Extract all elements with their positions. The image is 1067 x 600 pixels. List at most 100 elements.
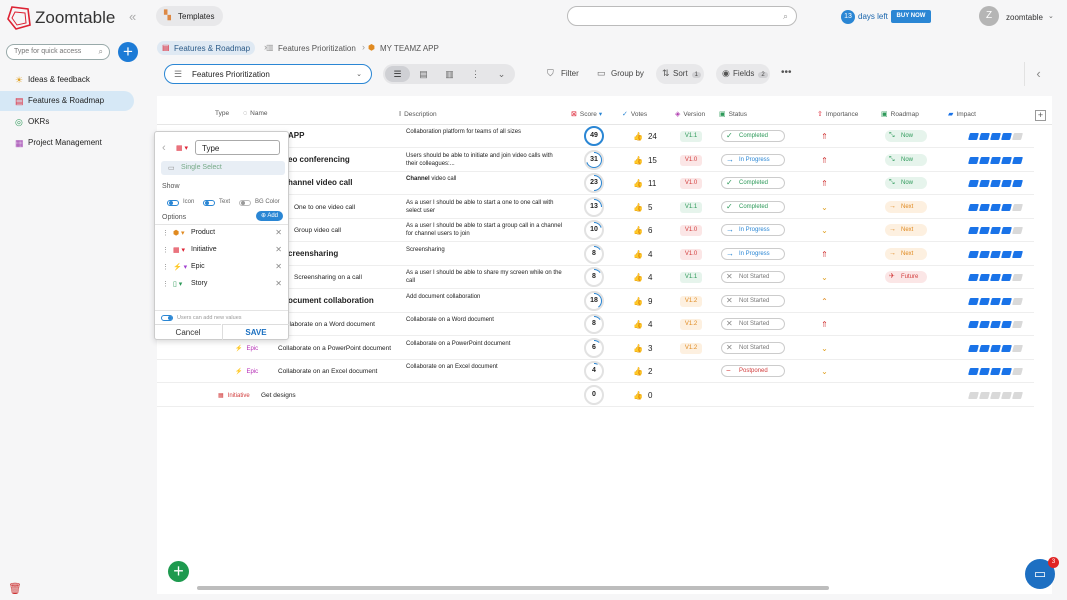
name-cell[interactable]: Screensharing on a call <box>294 274 362 282</box>
votes-cell[interactable]: 👍 11 <box>633 179 656 188</box>
save-button[interactable]: SAVE <box>222 324 289 340</box>
cancel-button[interactable]: Cancel <box>155 324 221 340</box>
impact-rating[interactable] <box>968 250 1024 258</box>
thumbs-up-icon[interactable]: 👍 <box>633 203 643 212</box>
drag-handle-icon[interactable]: ⋮ <box>162 229 169 237</box>
drag-handle-icon[interactable]: ⋮ <box>162 263 169 271</box>
name-cell[interactable]: eo conferencing <box>288 155 350 164</box>
thumbs-up-icon[interactable]: 👍 <box>633 273 643 282</box>
type-cell[interactable]: ▦ Initiative <box>218 392 250 399</box>
thumbs-up-icon[interactable]: 👍 <box>633 320 643 329</box>
status-badge[interactable]: ✕ Not Started <box>721 271 785 283</box>
name-cell[interactable]: ocument collaboration <box>288 296 374 305</box>
grid-view-icon[interactable]: ☰ <box>385 66 410 82</box>
status-badge[interactable]: → In Progress <box>721 153 785 166</box>
votes-cell[interactable]: 👍 24 <box>633 132 657 141</box>
select-field-icon[interactable]: ▦ ▾ <box>176 144 188 152</box>
importance-low-icon[interactable]: ⌄ <box>819 272 830 283</box>
status-badge[interactable]: ✕ Not Started <box>721 341 785 354</box>
votes-cell[interactable]: 👍 5 <box>633 203 652 212</box>
version-badge[interactable]: V1.2 <box>680 342 702 354</box>
version-badge[interactable]: V1.2 <box>680 295 702 307</box>
remove-option-icon[interactable]: ✕ <box>275 245 282 254</box>
fields-button[interactable]: ◉ Fields 2 <box>716 64 770 84</box>
impact-rating[interactable] <box>968 227 1024 234</box>
status-badge[interactable]: → In Progress <box>721 224 785 236</box>
importance-low-icon[interactable]: ⌄ <box>819 343 830 354</box>
importance-high-icon[interactable]: ⇑ <box>819 319 830 330</box>
collapse-sidebar-icon[interactable]: « <box>129 9 136 24</box>
add-column-button[interactable]: + <box>1035 110 1046 121</box>
version-badge[interactable]: V1.1 <box>680 201 702 213</box>
show-bg-toggle[interactable] <box>239 200 251 206</box>
name-cell[interactable]: APP <box>288 132 304 140</box>
votes-cell[interactable]: 👍 0 <box>633 391 652 400</box>
more-options-icon[interactable]: ••• <box>781 67 792 78</box>
description-cell[interactable]: Users should be able to initiate and joi… <box>406 152 566 168</box>
avatar[interactable]: Z <box>979 6 999 26</box>
back-icon[interactable]: ‹ <box>162 142 166 154</box>
collapse-panel-icon[interactable]: ‹ <box>1024 62 1052 86</box>
column-header-description[interactable]: Ⅰ Description <box>399 110 437 122</box>
column-header-name[interactable]: ◌ Name <box>243 110 268 122</box>
name-cell[interactable]: Collaborate on a PowerPoint document <box>278 345 391 353</box>
field-name-input[interactable]: Type <box>195 140 280 155</box>
kanban-view-icon[interactable]: ▥ <box>437 66 462 82</box>
importance-low-icon[interactable]: ⌄ <box>819 366 830 377</box>
buy-now-button[interactable]: BUY NOW <box>891 10 931 23</box>
filter-button[interactable]: ⛉ Filter <box>547 66 579 82</box>
column-header-importance[interactable]: ⇧ Importance <box>817 110 858 122</box>
votes-cell[interactable]: 👍 3 <box>633 344 652 353</box>
option-item-epic[interactable]: ⋮ ⚡ ▾ Epic ✕ <box>162 261 282 275</box>
roadmap-badge[interactable]: → Next <box>885 200 927 213</box>
name-cell[interactable]: Group video call <box>294 227 341 235</box>
votes-cell[interactable]: 👍 4 <box>633 273 652 282</box>
name-cell[interactable]: Collaborate on an Excel document <box>278 368 377 376</box>
sidebar-item-ideas[interactable]: ☀ Ideas & feedback <box>0 70 134 90</box>
description-cell[interactable]: Collaborate on a PowerPoint document <box>406 340 566 348</box>
importance-low-icon[interactable]: ⌄ <box>819 202 830 213</box>
thumbs-up-icon[interactable]: 👍 <box>633 250 643 259</box>
version-badge[interactable]: V1.0 <box>680 248 702 260</box>
option-item-story[interactable]: ⋮ ▯ ▾ Story ✕ <box>162 278 282 292</box>
impact-rating[interactable] <box>968 321 1024 328</box>
chevron-down-icon[interactable]: ⌄ <box>489 66 514 82</box>
importance-mid-icon[interactable]: ⌃ <box>819 296 830 307</box>
option-item-product[interactable]: ⋮ ⬢ ▾ Product ✕ <box>162 227 282 241</box>
global-search-input[interactable]: ⌕ <box>567 6 797 26</box>
column-header-votes[interactable]: ✓ Votes <box>622 110 647 122</box>
importance-high-icon[interactable]: ⇑ <box>819 155 830 166</box>
type-cell[interactable]: ⚡ Epic <box>235 345 258 352</box>
roadmap-badge[interactable]: → Next <box>885 224 927 236</box>
thumbs-up-icon[interactable]: 👍 <box>633 179 643 188</box>
impact-rating[interactable] <box>968 180 1024 187</box>
username[interactable]: zoomtable <box>1006 13 1043 22</box>
votes-cell[interactable]: 👍 4 <box>633 250 652 259</box>
show-text-toggle[interactable] <box>203 200 215 206</box>
impact-rating[interactable] <box>968 391 1024 399</box>
sidebar-item-features-roadmap[interactable]: ▤ Features & Roadmap <box>0 91 134 111</box>
option-item-initiative[interactable]: ⋮ ▦ ▾ Initiative ✕ <box>162 244 282 258</box>
description-cell[interactable]: Add document collaboration <box>406 293 566 301</box>
column-header-impact[interactable]: ▰ Impact <box>948 110 976 122</box>
table-row[interactable]: ▦ Initiative Get designs 0 👍 0 <box>157 384 1034 407</box>
column-header-score[interactable]: ⊠ Score ▾ <box>571 110 602 122</box>
votes-cell[interactable]: 👍 4 <box>633 320 652 329</box>
column-header-roadmap[interactable]: ▣ Roadmap <box>881 110 919 122</box>
status-badge[interactable]: → In Progress <box>721 247 785 260</box>
thumbs-up-icon[interactable]: 👍 <box>633 132 643 141</box>
chevron-down-icon[interactable]: ⌄ <box>1048 12 1054 20</box>
show-icon-toggle[interactable] <box>167 200 179 206</box>
breadcrumb-features-roadmap[interactable]: ▤ Features & Roadmap <box>157 41 256 55</box>
quick-access-input[interactable]: Type for quick access ⌕ <box>6 44 110 60</box>
name-cell[interactable]: creensharing <box>288 249 338 258</box>
impact-rating[interactable] <box>968 368 1024 375</box>
votes-cell[interactable]: 👍 2 <box>633 367 652 376</box>
view-select[interactable]: ☰ Features Prioritization ⌄ <box>164 64 372 84</box>
version-badge[interactable]: V1.0 <box>680 178 702 189</box>
importance-low-icon[interactable]: ⌄ <box>819 225 830 236</box>
sidebar-item-okrs[interactable]: ◎ OKRs <box>0 112 134 132</box>
name-cell[interactable]: hannel video call <box>288 179 352 187</box>
impact-rating[interactable] <box>968 156 1024 164</box>
importance-high-icon[interactable]: ⇑ <box>819 178 830 189</box>
